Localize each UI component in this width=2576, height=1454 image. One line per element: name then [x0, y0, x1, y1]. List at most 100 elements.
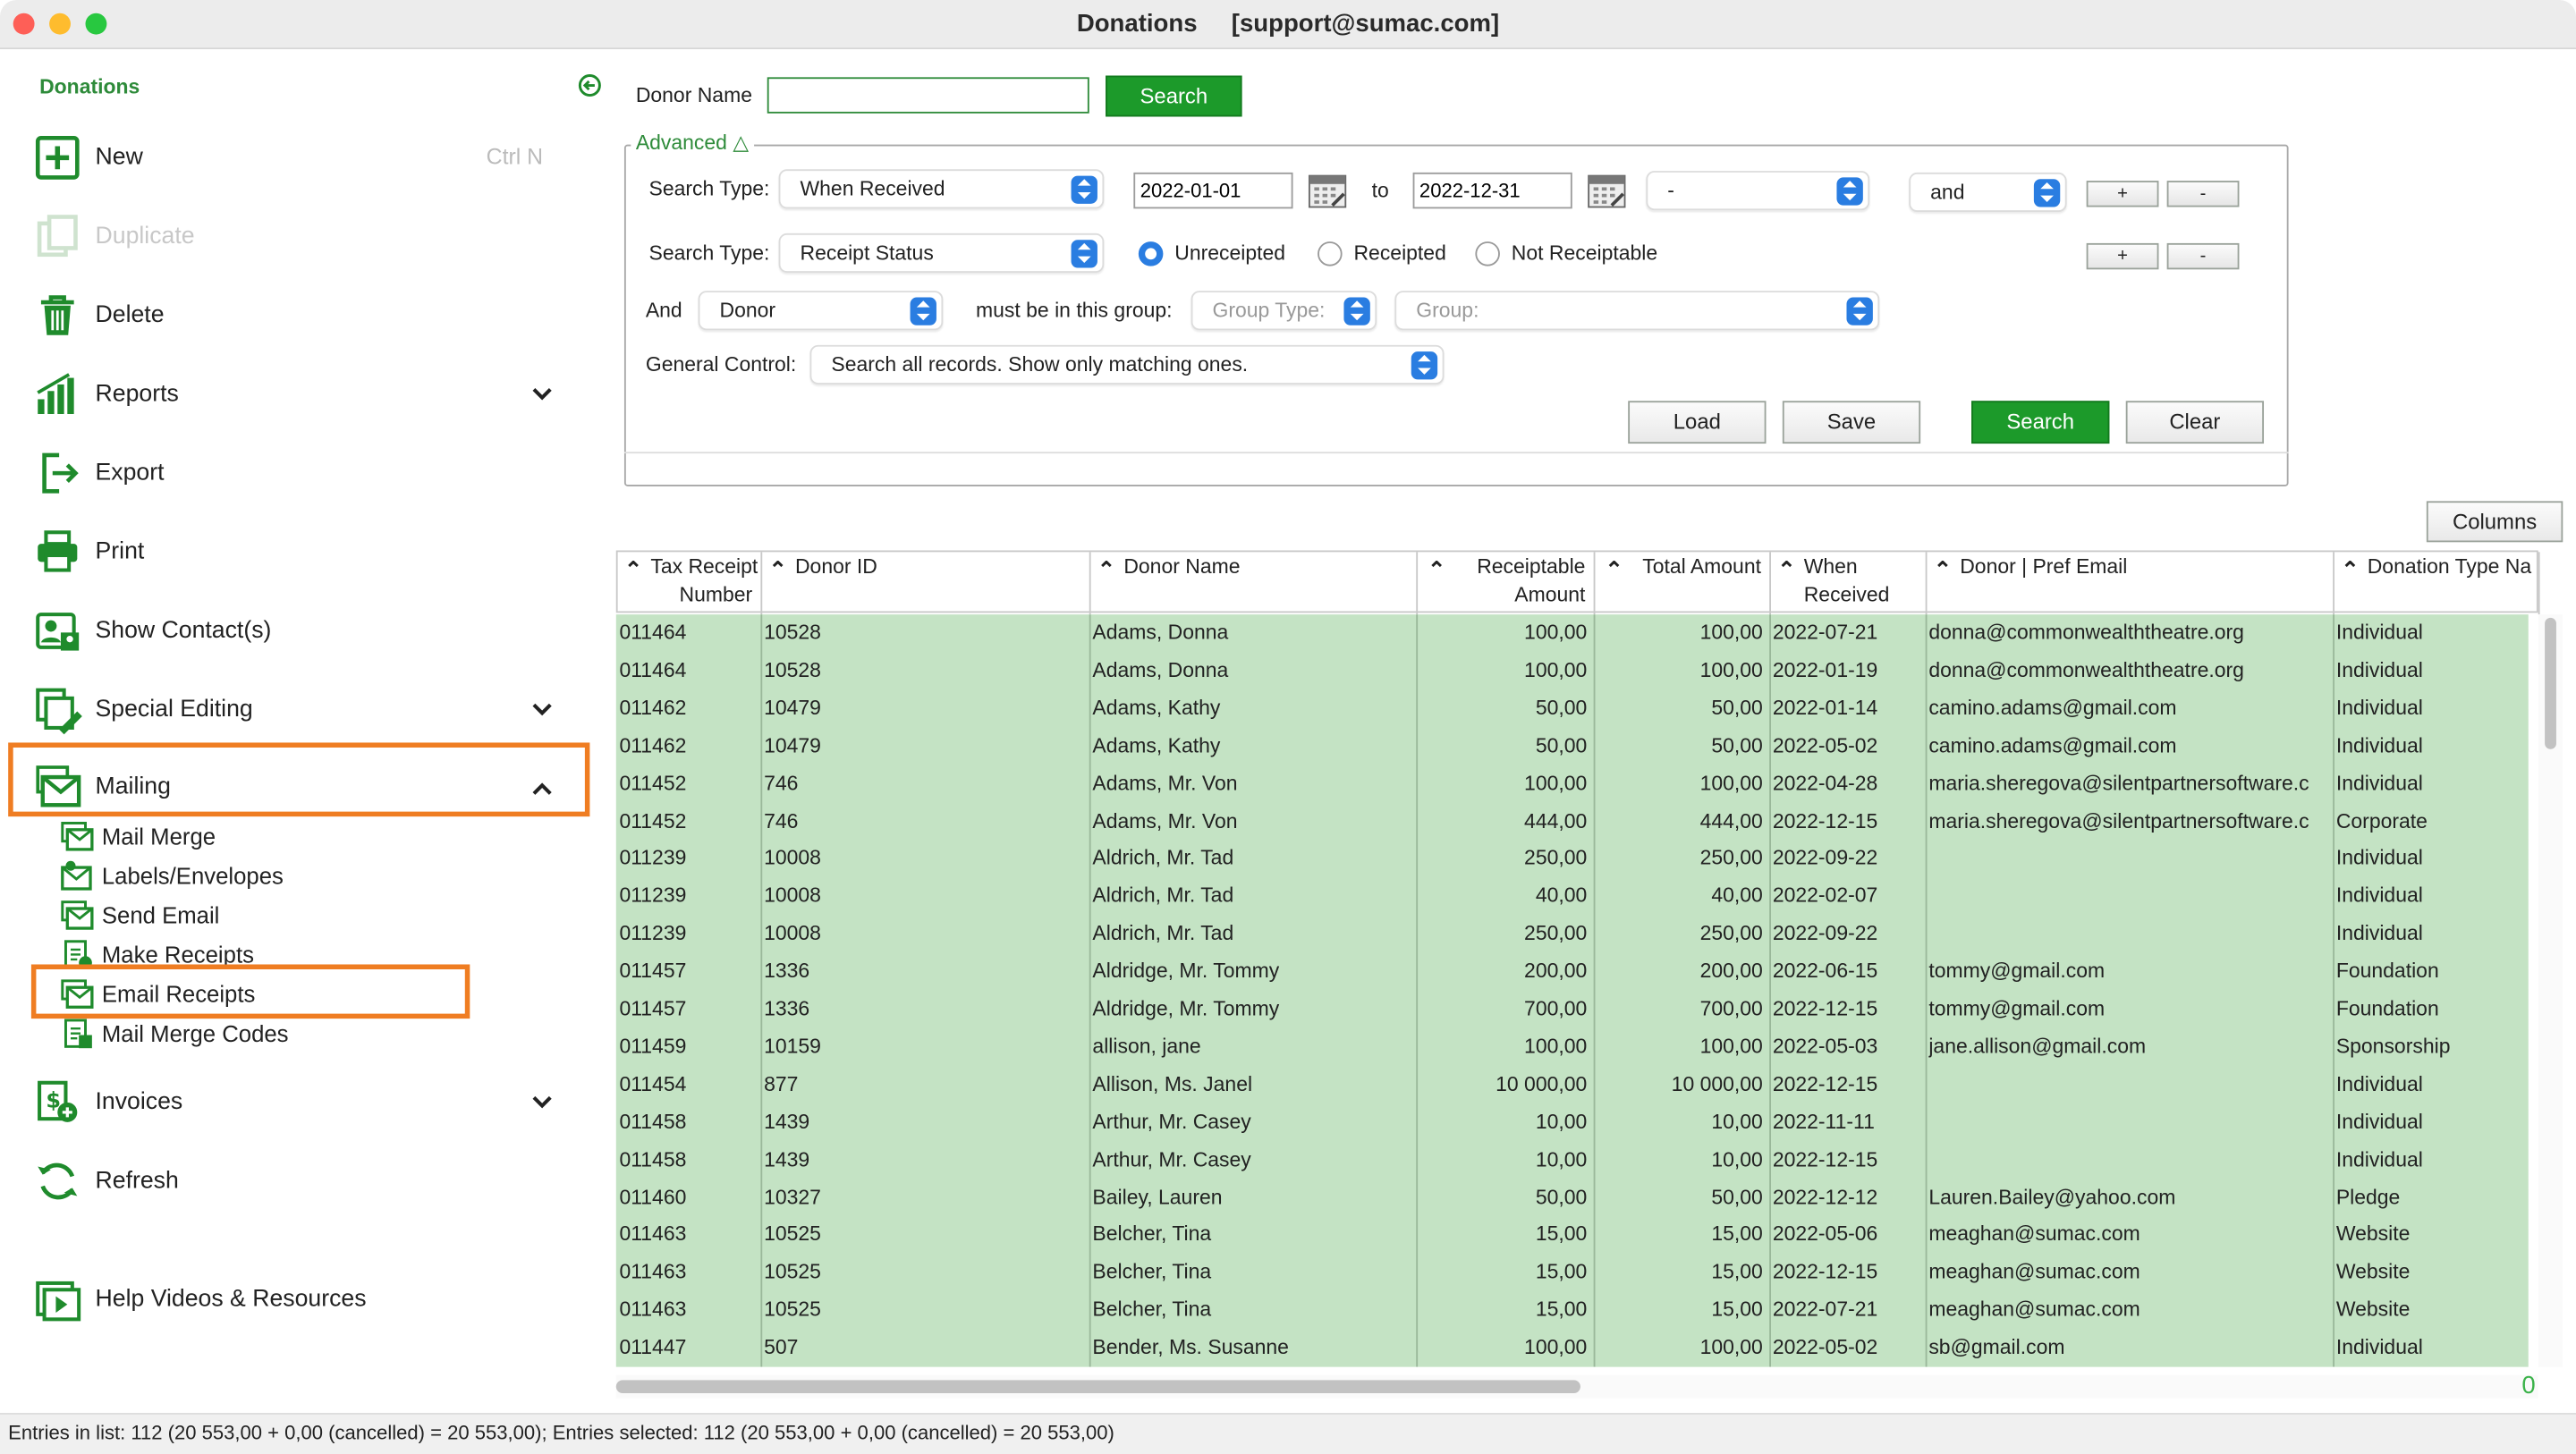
not-receiptable-radio[interactable] — [1475, 241, 1500, 266]
select-arrows-icon — [1411, 351, 1438, 380]
date-from-input[interactable] — [1133, 172, 1293, 209]
sidebar-item-print[interactable]: Print — [33, 522, 145, 581]
search-type-select-2[interactable]: Receipt Status — [778, 232, 1105, 273]
column-header-line2: Amount — [1514, 583, 1586, 606]
sub-item-send-email[interactable]: Send Email — [59, 897, 219, 933]
sidebar-item-refresh[interactable]: Refresh — [33, 1152, 179, 1211]
table-cell: Allison, Ms. Janel — [1092, 1072, 1253, 1096]
add-criteria-button[interactable]: + — [2086, 242, 2159, 270]
table-cell: 40,00 — [1711, 884, 1763, 908]
table-cell: 011454 — [619, 1072, 687, 1096]
table-cell: 011457 — [619, 959, 687, 983]
table-row[interactable]: 011464 10528 Adams, Donna 100,00 100,00 2022-… — [616, 614, 2529, 652]
sidebar-item-reports[interactable]: Reports — [33, 365, 179, 424]
sidebar-item-special-editing[interactable]: Special Editing — [33, 681, 253, 740]
operator-select[interactable]: - — [1646, 171, 1870, 211]
receipted-radio[interactable] — [1318, 241, 1343, 266]
sub-item-labels-envelopes[interactable]: Labels/Envelopes — [59, 858, 284, 893]
advanced-search-button[interactable]: Search — [1971, 401, 2110, 444]
table-row[interactable]: 011463 10525 Belcher, Tina 15,00 15,00 2022-0… — [616, 1216, 2529, 1254]
unreceipted-label: Unreceipted — [1174, 241, 1286, 265]
table-cell: Adams, Donna — [1092, 658, 1229, 682]
add-criteria-button[interactable]: + — [2086, 181, 2159, 207]
horizontal-scroll-thumb[interactable] — [615, 1380, 1580, 1394]
table-row[interactable]: 011239 10008 Aldrich, Mr. Tad 40,00 40,00 202… — [616, 878, 2529, 916]
table-cell: tommy@gmail.com — [1928, 959, 2106, 983]
sidebar-item-label: Print — [95, 538, 145, 566]
column-header[interactable]: ⌃ Tax Receipt Number — [618, 552, 763, 615]
table-row[interactable]: 011239 10008 Aldrich, Mr. Tad 250,00 250,00 2… — [616, 841, 2529, 878]
table-row[interactable]: 011457 1336 Aldridge, Mr. Tommy 700,00 700,0… — [616, 991, 2529, 1028]
sidebar-item-invoices[interactable]: $ Invoices — [33, 1073, 182, 1132]
group-select[interactable]: Group: — [1394, 291, 1880, 331]
receipted-label: Receipted — [1353, 241, 1446, 265]
column-header[interactable]: ⌃ When Received — [1771, 552, 1928, 615]
column-header[interactable]: ⌃ Total Amount — [1595, 552, 1771, 615]
labels-envelopes-icon — [61, 860, 92, 891]
sidebar-item-delete[interactable]: Delete — [33, 286, 165, 345]
conjunction-select[interactable]: and — [1909, 172, 2067, 213]
column-header[interactable]: ⌃ Donor ID — [762, 552, 1091, 615]
table-cell: Individual — [2335, 771, 2423, 795]
donor-name-input[interactable] — [767, 77, 1089, 114]
column-header[interactable]: ⌃ Donor | Pref Email — [1927, 552, 2334, 615]
table-row[interactable]: 011463 10525 Belcher, Tina 15,00 15,00 2022-0… — [616, 1291, 2529, 1329]
search-type-select-1[interactable]: When Received — [778, 169, 1105, 209]
unreceipted-radio[interactable] — [1138, 241, 1164, 266]
date-to-input[interactable] — [1412, 172, 1572, 209]
table-row[interactable]: 011457 1336 Aldridge, Mr. Tommy 200,00 200,0… — [616, 953, 2529, 991]
table-row[interactable]: 011454 877 Allison, Ms. Janel 10 000,00 10 0… — [616, 1066, 2529, 1103]
collapse-sidebar-icon[interactable] — [578, 74, 602, 97]
save-button[interactable]: Save — [1782, 401, 1921, 444]
chevron-down-icon[interactable] — [529, 1089, 555, 1115]
remove-criteria-button[interactable]: - — [2166, 242, 2240, 270]
table-cell: Foundation — [2335, 959, 2439, 983]
table-row[interactable]: 011452 746 Adams, Mr. Von 444,00 444,00 2022-… — [616, 803, 2529, 841]
quick-search-button[interactable]: Search — [1106, 75, 1242, 117]
column-header[interactable]: ⌃ Receiptable Amount — [1418, 552, 1596, 615]
table-row[interactable]: 011464 10528 Adams, Donna 100,00 100,00 2022-… — [616, 652, 2529, 689]
calendar-icon[interactable] — [1308, 173, 1347, 208]
and-label: And — [645, 299, 682, 323]
table-cell — [1928, 878, 2326, 916]
load-button[interactable]: Load — [1628, 401, 1767, 444]
chevron-down-icon[interactable] — [529, 697, 555, 723]
sort-up-icon: ⌃ — [2341, 556, 2360, 582]
table-row[interactable]: 011462 10479 Adams, Kathy 50,00 50,00 2022-05… — [616, 727, 2529, 765]
table-row[interactable]: 011458 1439 Arthur, Mr. Casey 10,00 10,00 202… — [616, 1103, 2529, 1141]
remove-criteria-button[interactable]: - — [2166, 181, 2240, 207]
clear-button[interactable]: Clear — [2125, 401, 2265, 444]
column-header[interactable]: ⌃ Donor Name — [1091, 552, 1419, 615]
sub-item-mail-merge-codes[interactable]: Mail Merge Codes — [59, 1015, 289, 1051]
vertical-scroll-thumb[interactable] — [2545, 617, 2556, 749]
columns-button[interactable]: Columns — [2426, 501, 2563, 543]
email-receipts-highlight-box — [30, 964, 470, 1019]
table-row[interactable]: 011462 10479 Adams, Kathy 50,00 50,00 2022-01… — [616, 689, 2529, 727]
advanced-toggle[interactable]: Advanced △ — [631, 130, 754, 155]
sidebar-item-show-contacts[interactable]: Show Contact(s) — [33, 601, 272, 660]
table-cell: 10008 — [764, 922, 821, 945]
sidebar-item-help-videos[interactable]: Help Videos & Resources — [33, 1270, 367, 1329]
horizontal-scrollbar[interactable] — [615, 1374, 2538, 1399]
sidebar-item-export[interactable]: Export — [33, 444, 165, 503]
table-cell: 250,00 — [1524, 846, 1588, 870]
general-control-select[interactable]: Search all records. Show only matching o… — [809, 344, 1445, 385]
group-type-select[interactable]: Group Type: — [1191, 291, 1377, 331]
column-header[interactable]: ⌃ Donation Type Na — [2334, 552, 2540, 615]
sidebar-item-new[interactable]: New — [33, 128, 143, 187]
entity-select[interactable]: Donor — [698, 291, 944, 331]
table-cell: 15,00 — [1535, 1298, 1588, 1322]
table-row[interactable]: 011459 10159 allison, jane 100,00 100,00 2022… — [616, 1028, 2529, 1066]
table-row[interactable]: 011463 10525 Belcher, Tina 15,00 15,00 2022-1… — [616, 1254, 2529, 1291]
table-row[interactable]: 011452 746 Adams, Mr. Von 100,00 100,00 2022-… — [616, 765, 2529, 802]
table-row[interactable]: 011458 1439 Arthur, Mr. Casey 10,00 10,00 202… — [616, 1141, 2529, 1179]
calendar-icon[interactable] — [1587, 173, 1626, 208]
table-row[interactable]: 011460 10327 Bailey, Lauren 50,00 50,00 2022-… — [616, 1179, 2529, 1216]
vertical-scrollbar[interactable] — [2538, 614, 2563, 1367]
sub-item-mail-merge[interactable]: Mail Merge — [59, 818, 216, 854]
table-row[interactable]: 011447 507 Bender, Ms. Susanne 100,00 100,00… — [616, 1330, 2529, 1367]
sidebar-item-duplicate[interactable]: Duplicate — [33, 207, 195, 266]
chevron-down-icon[interactable] — [529, 381, 555, 407]
table-cell: 100,00 — [1699, 771, 1763, 795]
table-row[interactable]: 011239 10008 Aldrich, Mr. Tad 250,00 250,00 2… — [616, 916, 2529, 953]
